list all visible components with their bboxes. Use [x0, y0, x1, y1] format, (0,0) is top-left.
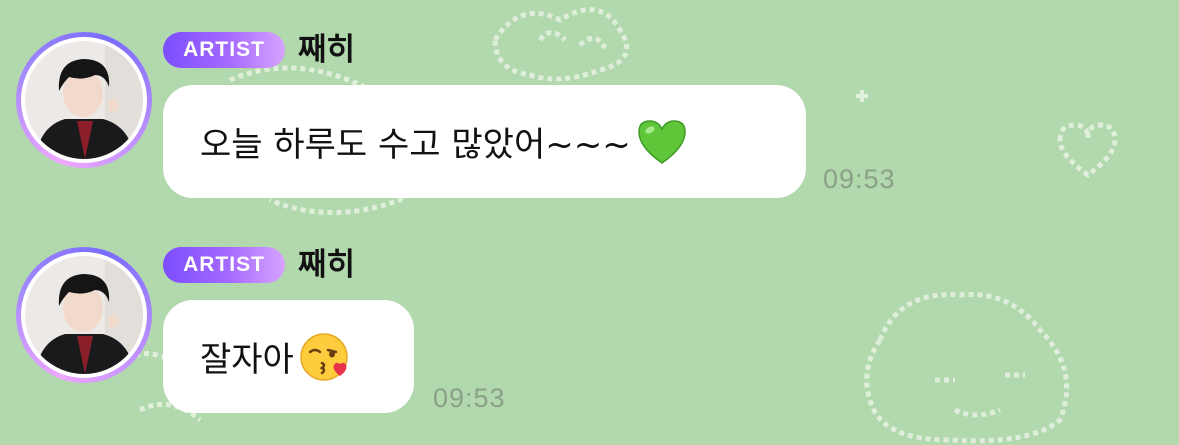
message-text: 오늘 하루도 수고 많았어~~~	[200, 125, 631, 165]
face-blowing-kiss-icon	[300, 332, 348, 381]
message-time: 09:53	[823, 164, 896, 194]
message-text: 잘자아	[200, 340, 294, 380]
sender-name[interactable]: 째히	[298, 245, 355, 285]
message-row: ARTIST 째히 오늘 하루도 수고 많았어~~~ 09:53	[0, 0, 1179, 215]
avatar-photo	[25, 256, 143, 374]
message-row: ARTIST 째히 잘자아 09:53	[0, 215, 1179, 430]
green-heart-icon	[637, 119, 686, 164]
avatar[interactable]	[16, 247, 152, 383]
message-time: 09:53	[433, 383, 506, 413]
message-bubble[interactable]: 잘자아	[163, 300, 414, 413]
sender-name[interactable]: 째히	[298, 30, 355, 70]
artist-badge: ARTIST	[163, 32, 285, 68]
message-bubble[interactable]: 오늘 하루도 수고 많았어~~~	[163, 85, 806, 198]
avatar-photo	[25, 41, 143, 159]
artist-badge: ARTIST	[163, 247, 285, 283]
avatar[interactable]	[16, 32, 152, 168]
